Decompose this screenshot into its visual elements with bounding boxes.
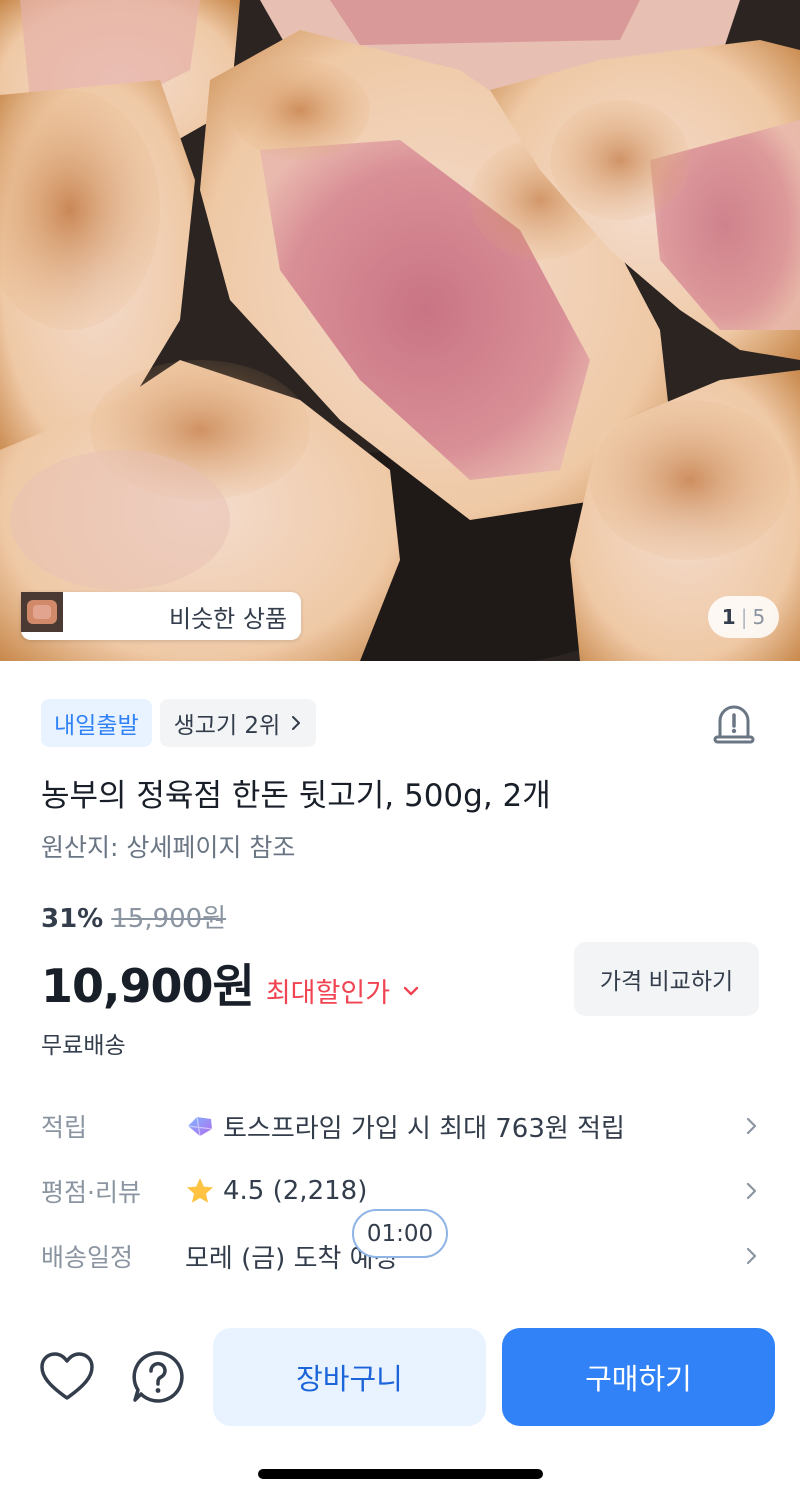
points-row[interactable]: 적립 토스프라임 가입 시 최대 763원 적립 (41, 1104, 761, 1148)
delivery-key: 배송일정 (41, 1243, 134, 1272)
timer-badge: 01:00 (352, 1209, 448, 1258)
rank-badge-label: 생고기 2위 (173, 713, 281, 739)
buy-now-button[interactable]: 구매하기 (502, 1328, 775, 1426)
compare-price-button[interactable]: 가격 비교하기 (574, 942, 759, 1016)
original-price: 15,900원 (111, 904, 227, 934)
home-indicator (258, 1469, 543, 1479)
sale-price: 10,900원 (41, 959, 255, 1013)
product-title: 농부의 정육점 한돈 뒷고기, 500g, 2개 (41, 778, 551, 814)
similar-products-chip[interactable]: 비슷한 상품 (21, 592, 301, 640)
discount-row: 31% 15,900원 (41, 898, 226, 935)
delivery-badge-label: 내일출발 (54, 713, 139, 739)
chevron-down-icon (403, 986, 419, 995)
page-separator: | (740, 605, 748, 629)
rating-value: 4.5 (2,218) (223, 1176, 368, 1206)
question-icon[interactable] (130, 1349, 186, 1405)
heart-icon[interactable] (38, 1350, 96, 1404)
chevron-right-icon (746, 1117, 757, 1135)
price-row: 10,900원 최대할인가 (41, 950, 422, 1016)
alarm-siren-icon[interactable] (710, 699, 758, 747)
chevron-right-icon (746, 1247, 757, 1265)
chevron-right-icon (292, 716, 301, 730)
product-badges: 내일출발 생고기 2위 (41, 699, 317, 747)
product-origin: 원산지: 상세페이지 참조 (41, 833, 296, 862)
rating-key: 평점·리뷰 (41, 1178, 141, 1207)
max-discount-toggle[interactable]: 최대할인가 (266, 971, 422, 1010)
similar-thumb-2 (21, 592, 113, 636)
product-photo (0, 0, 800, 661)
points-key: 적립 (41, 1113, 88, 1142)
delivery-badge: 내일출발 (41, 699, 152, 747)
shipping-info: 무료배송 (41, 1033, 126, 1059)
image-page-indicator: 1 | 5 (708, 596, 779, 638)
max-discount-label: 최대할인가 (265, 978, 391, 1009)
page-total: 5 (752, 605, 766, 629)
add-to-cart-button[interactable]: 장바구니 (213, 1328, 486, 1426)
points-value: 토스프라임 가입 시 최대 763원 적립 (223, 1113, 625, 1144)
discount-rate: 31% (41, 904, 104, 934)
page-current: 1 (721, 605, 736, 629)
rank-badge[interactable]: 생고기 2위 (159, 699, 317, 747)
rating-row[interactable]: 평점·리뷰 4.5 (2,218) (41, 1169, 761, 1213)
prime-gem-icon (187, 1116, 213, 1137)
product-image-carousel[interactable]: 비슷한 상품 1 | 5 (0, 0, 800, 661)
similar-products-label: 비슷한 상품 (169, 604, 288, 633)
star-icon (187, 1178, 213, 1203)
similar-thumb-3 (21, 592, 159, 636)
chevron-right-icon (746, 1182, 757, 1200)
